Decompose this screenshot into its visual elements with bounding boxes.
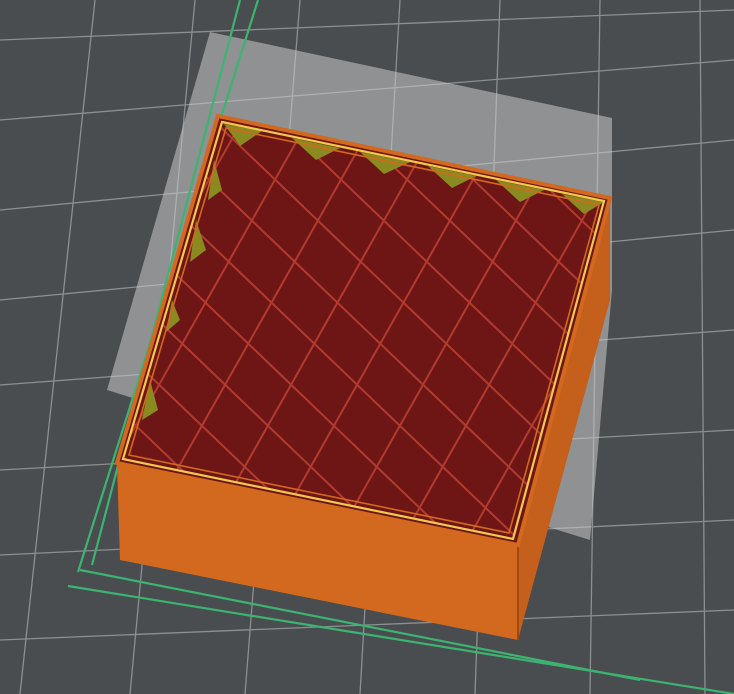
3d-preview-viewport[interactable]: [0, 0, 734, 694]
infill-line: [654, 100, 734, 560]
grid-line: [699, 0, 706, 694]
preview-scene[interactable]: [0, 0, 734, 694]
grid-line: [19, 0, 96, 694]
infill-line: [0, 100, 78, 560]
infill-line: [654, 100, 734, 560]
grid-line: [0, 9, 734, 41]
infill-line: [0, 100, 56, 560]
infill-line: [0, 100, 12, 560]
